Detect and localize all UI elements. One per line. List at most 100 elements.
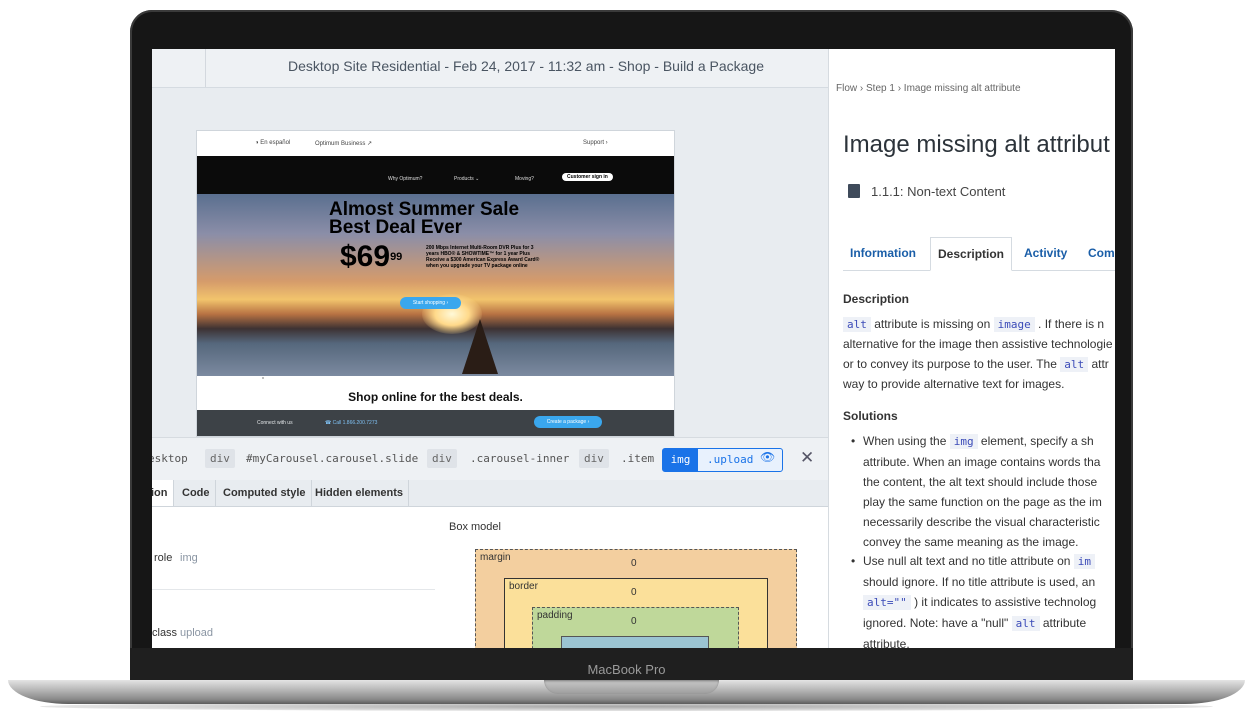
description-heading: Description xyxy=(843,292,910,306)
connect-text: Connect with us xyxy=(257,420,293,426)
crumb-div-3[interactable]: div xyxy=(579,449,609,468)
issue-title: Image missing alt attribut xyxy=(843,131,1110,158)
site-footer-bar: Connect with us ☎ Call 1.866.200.7273 Cr… xyxy=(197,410,674,436)
description-line-4: way to provide alternative text for imag… xyxy=(843,377,1065,391)
padding-label: padding xyxy=(537,610,573,621)
class-value: upload xyxy=(180,627,214,639)
code-alt: alt xyxy=(1060,357,1089,372)
carousel-dots[interactable] xyxy=(259,366,265,379)
selected-element-crumb[interactable]: img .upload 👁 xyxy=(662,448,783,472)
padding-value: 0 xyxy=(631,616,637,627)
hero-carousel-image[interactable]: Almost Summer Sale Best Deal Ever $6999 … xyxy=(197,194,674,379)
crumb-item[interactable]: .item xyxy=(621,452,654,465)
hero-headline-2: Best Deal Ever xyxy=(329,217,463,238)
solution-text: attribute xyxy=(1039,616,1087,630)
start-shopping-button[interactable]: Start shopping › xyxy=(400,297,461,309)
solution-2-line-2: should ignore. If no title attribute is … xyxy=(863,575,1096,589)
element-breadcrumb: esktop div #myCarousel.carousel.slide di… xyxy=(152,437,828,481)
tab-issue-information[interactable]: Information xyxy=(843,237,923,269)
hero-price: $6999 xyxy=(340,242,402,272)
crumb-carousel[interactable]: #myCarousel.carousel.slide xyxy=(246,452,418,465)
criterion-text[interactable]: 1.1.1: Non-text Content xyxy=(871,184,1005,199)
solutions-heading: Solutions xyxy=(843,409,898,423)
code-alt-empty: alt="" xyxy=(863,595,911,610)
crumb-carousel-inner[interactable]: .carousel-inner xyxy=(470,452,569,465)
page-header: Desktop Site Residential - Feb 24, 2017 … xyxy=(152,49,828,88)
site-navbar: Why Optimum? Products ⌄ Moving? Customer… xyxy=(197,156,674,194)
customer-signin-button[interactable]: Customer sign in xyxy=(562,173,613,181)
nav-moving[interactable]: Moving? xyxy=(515,176,534,182)
solution-1-line-6: convey the same meaning as the image. xyxy=(863,535,1079,549)
solution-text: Use null alt text and no title attribute… xyxy=(863,554,1074,568)
role-value: img xyxy=(180,552,198,564)
divider xyxy=(152,589,435,590)
selected-class: .upload xyxy=(707,453,754,466)
solution-2-line-4: ignored. Note: have a "null" alt attribu… xyxy=(863,613,1115,634)
code-img: img xyxy=(949,434,978,449)
issue-tabs: Information Description Activity Comm xyxy=(843,237,1115,271)
call-link[interactable]: ☎ Call 1.866.200.7273 xyxy=(325,420,377,426)
solution-1-line-2: attribute. When an image contains words … xyxy=(863,455,1101,469)
nav-why[interactable]: Why Optimum? xyxy=(388,176,422,182)
description-line-3: or to convey its purpose to the user. Th… xyxy=(843,354,1115,375)
tab-computed-style[interactable]: Computed style xyxy=(218,480,312,506)
utility-bar: ◑ En español Optimum Business ↗ Support … xyxy=(197,131,674,156)
margin-value: 0 xyxy=(631,558,637,569)
class-label: class xyxy=(152,627,178,639)
bullet: • xyxy=(851,434,856,448)
header-divider xyxy=(205,49,206,87)
guideline-icon xyxy=(848,184,860,198)
solution-text: ignored. Note: have a "null" xyxy=(863,616,1012,630)
hero-price-cents: 99 xyxy=(390,251,403,263)
solution-1: • When using the img element, specify a … xyxy=(851,431,1115,552)
inspector-panel: role img class upload Box model margin 0… xyxy=(152,507,828,648)
crumb-desktop[interactable]: esktop xyxy=(152,452,188,465)
tab-information[interactable]: ion xyxy=(152,480,174,506)
issue-breadcrumb[interactable]: Flow › Step 1 › Image missing alt attrib… xyxy=(836,83,1021,94)
support-link[interactable]: Support › xyxy=(583,140,608,146)
create-package-button[interactable]: Create a package › xyxy=(534,416,602,428)
issue-panel: Flow › Step 1 › Image missing alt attrib… xyxy=(828,49,1115,648)
close-icon[interactable]: ✕ xyxy=(800,448,814,468)
hero-price-main: $69 xyxy=(340,240,391,273)
code-image: image xyxy=(993,317,1035,332)
box-model-title: Box model xyxy=(449,521,501,533)
margin-label: margin xyxy=(480,552,511,563)
solution-2: • Use null alt text and no title attribu… xyxy=(851,551,1115,648)
solution-2-line-3: alt="" ) it indicates to assistive techn… xyxy=(863,592,1115,613)
solution-text: When using the xyxy=(863,434,950,448)
solution-text: element, specify a sh xyxy=(977,434,1094,448)
code-alt: alt xyxy=(843,317,871,332)
solution-2-line-1: Use null alt text and no title attribute… xyxy=(863,551,1115,572)
laptop-notch xyxy=(544,680,719,694)
device-label: MacBook Pro xyxy=(587,662,666,677)
nav-products[interactable]: Products ⌄ xyxy=(454,176,479,182)
border-value: 0 xyxy=(631,587,637,598)
crumb-div-2[interactable]: div xyxy=(427,449,457,468)
language-link[interactable]: ◑ En español xyxy=(255,140,290,146)
tab-hidden-elements[interactable]: Hidden elements xyxy=(310,480,410,506)
tab-issue-comments[interactable]: Comm xyxy=(1081,237,1115,269)
pier-graphic xyxy=(462,319,498,374)
solution-1-line-5: necessarily describe the visual characte… xyxy=(863,515,1100,529)
page-title: Desktop Site Residential - Feb 24, 2017 … xyxy=(288,58,765,74)
tab-issue-activity[interactable]: Activity xyxy=(1017,237,1074,269)
solution-1-line-1: When using the img element, specify a sh xyxy=(863,431,1115,452)
shop-heading: Shop online for the best deals. xyxy=(348,390,523,404)
business-link[interactable]: Optimum Business ↗ xyxy=(315,140,372,147)
crumb-div-1[interactable]: div xyxy=(205,449,235,468)
tab-code[interactable]: Code xyxy=(177,480,216,506)
website-preview[interactable]: ◑ En español Optimum Business ↗ Support … xyxy=(197,131,674,436)
description-text: attribute is missing on xyxy=(870,317,994,331)
hero-promo-text: 200 Mbps Internet Multi-Room DVR Plus fo… xyxy=(426,245,540,269)
solution-text: ) it indicates to assistive technolog xyxy=(910,595,1097,609)
description-line-1: alt attribute is missing on image . If t… xyxy=(843,314,1115,335)
description-line-2: alternative for the image then assistive… xyxy=(843,337,1113,351)
border-label: border xyxy=(509,581,538,592)
solution-1-line-4: play the same function on the page as th… xyxy=(863,495,1102,509)
box-model-content xyxy=(561,636,709,648)
tab-issue-description[interactable]: Description xyxy=(930,237,1013,271)
eye-icon[interactable]: 👁 xyxy=(760,450,775,464)
inspector-tabs: ion Code Computed style Hidden elements xyxy=(152,480,828,507)
screen: Desktop Site Residential - Feb 24, 2017 … xyxy=(152,49,1115,648)
